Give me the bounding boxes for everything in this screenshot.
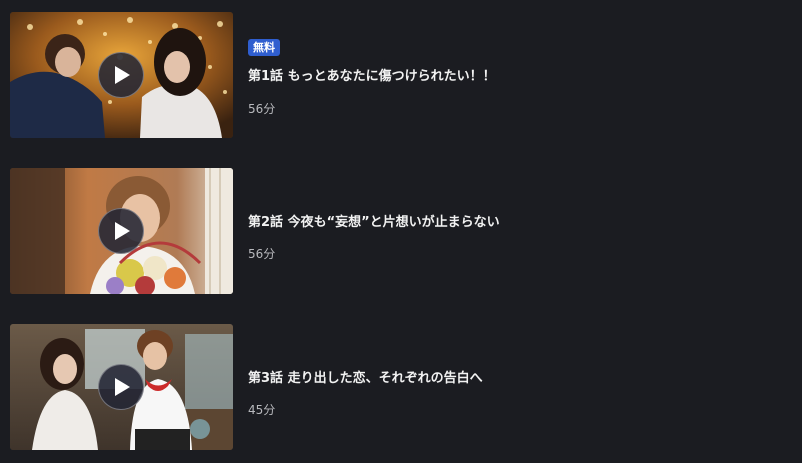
episode-thumbnail-2[interactable]	[10, 168, 233, 294]
play-button-2[interactable]	[98, 208, 144, 254]
episode-info-3: 第3話 走り出した恋、それぞれの告白へ 45分	[248, 324, 788, 450]
play-button-1[interactable]	[98, 52, 144, 98]
episode-thumbnail-3[interactable]	[10, 324, 233, 450]
episode-title-2[interactable]: 第2話 今夜も“妄想”と片想いが止まらない	[248, 211, 500, 230]
episode-list: 無料 第1話 もっとあなたに傷つけられたい！！ 56分 第2話 今夜も“妄想”と…	[0, 0, 802, 463]
episode-item-1[interactable]: 無料 第1話 もっとあなたに傷つけられたい！！ 56分	[10, 12, 790, 138]
episode-thumbnail-1[interactable]	[10, 12, 233, 138]
episode-duration-3: 45分	[248, 403, 276, 417]
episode-duration-1: 56分	[248, 102, 276, 116]
play-icon	[115, 378, 130, 396]
episode-title-1[interactable]: 第1話 もっとあなたに傷つけられたい！！	[248, 65, 496, 84]
episode-info-1: 無料 第1話 もっとあなたに傷つけられたい！！ 56分	[248, 12, 788, 138]
episode-info-2: 第2話 今夜も“妄想”と片想いが止まらない 56分	[248, 168, 788, 294]
free-badge: 無料	[248, 39, 280, 56]
play-icon	[115, 66, 130, 84]
play-button-3[interactable]	[98, 364, 144, 410]
play-icon	[115, 222, 130, 240]
episode-title-3[interactable]: 第3話 走り出した恋、それぞれの告白へ	[248, 367, 483, 386]
episode-item-3[interactable]: 第3話 走り出した恋、それぞれの告白へ 45分	[10, 324, 790, 450]
episode-item-2[interactable]: 第2話 今夜も“妄想”と片想いが止まらない 56分	[10, 168, 790, 294]
episode-duration-2: 56分	[248, 247, 276, 261]
